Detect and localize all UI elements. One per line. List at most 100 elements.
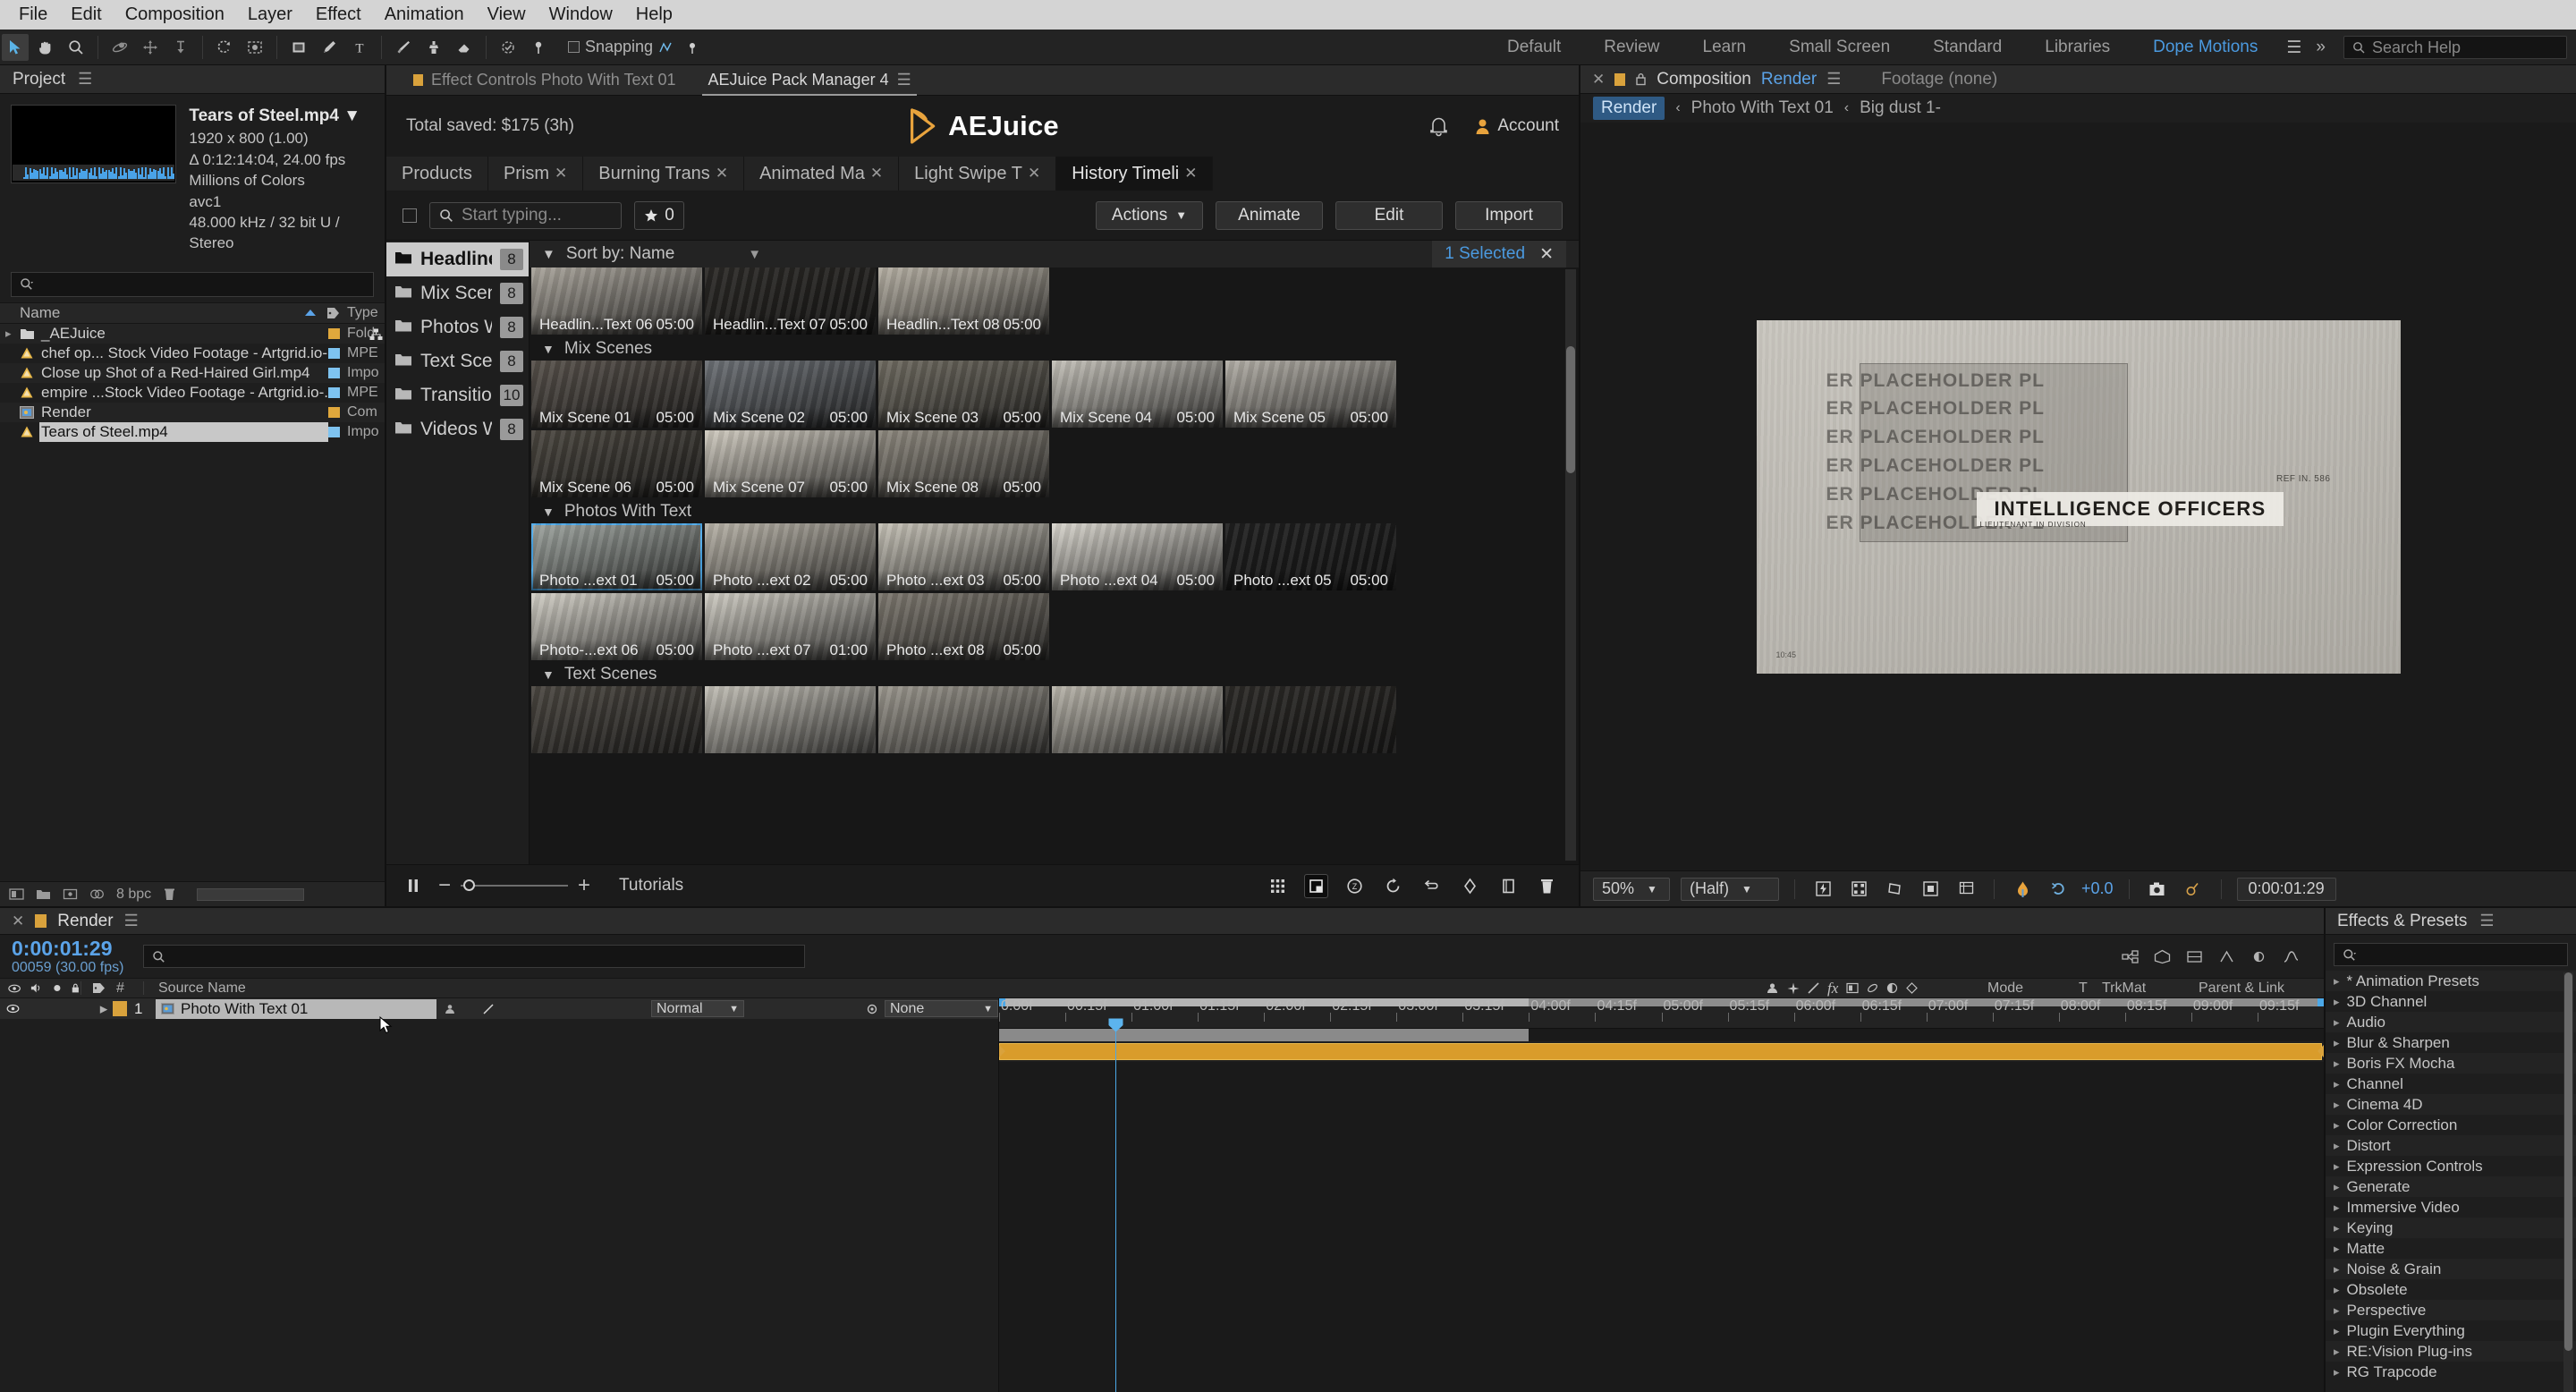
workspace-libraries[interactable]: Libraries — [2023, 38, 2131, 57]
layer-parent-select[interactable]: None ▼ — [866, 1000, 998, 1017]
asset-thumbnail-cell[interactable]: Photo ...ext 05 05:00 — [1225, 523, 1396, 590]
asset-thumbnail-cell[interactable] — [1225, 686, 1396, 753]
bit-depth-icon[interactable] — [9, 887, 24, 901]
diamond-icon[interactable] — [1458, 874, 1482, 898]
roto-tool-icon[interactable] — [495, 34, 521, 61]
align-icon[interactable] — [658, 40, 673, 55]
asset-name[interactable]: Tears of Steel.mp4 ▼ — [189, 105, 374, 128]
effect-category-row[interactable]: ▸ Cinema 4D — [2326, 1094, 2576, 1115]
column-t[interactable]: T — [2079, 980, 2102, 997]
chevron-right-icon[interactable]: ▸ — [2334, 1201, 2340, 1215]
guides-icon[interactable] — [1953, 878, 1979, 901]
panel-menu-icon[interactable]: ☰ — [78, 70, 92, 89]
zoom-slider[interactable]: − + — [438, 873, 590, 898]
delete-icon[interactable] — [163, 887, 176, 901]
category-item[interactable]: Photos With Text 8 — [386, 310, 529, 344]
timeline-ruler[interactable]: 0:00f 00:15f 01:00f 01:15f 02:00f 02:15f 03:00… — [999, 998, 2324, 1029]
refresh-icon[interactable] — [1381, 874, 1405, 898]
asset-thumbnail-cell[interactable]: Mix Scene 01 05:00 — [531, 361, 702, 428]
animate-button[interactable]: Animate — [1216, 200, 1323, 230]
project-item[interactable]: empire ...Stock Video Footage - Artgrid.… — [0, 383, 385, 403]
hand-tool-icon[interactable] — [32, 34, 59, 61]
breadcrumb-render[interactable]: Render — [1593, 97, 1665, 120]
asset-thumbnail-cell[interactable]: Mix Scene 05 05:00 — [1225, 361, 1396, 428]
shape-tool-icon[interactable] — [285, 34, 312, 61]
effect-category-row[interactable]: ▸ Obsolete — [2326, 1279, 2576, 1300]
color-depth-icon[interactable] — [89, 887, 105, 901]
menu-window[interactable]: Window — [538, 0, 624, 30]
column-mode[interactable]: Mode — [1980, 980, 2079, 997]
effect-category-row[interactable]: ▸ Channel — [2326, 1074, 2576, 1094]
effect-category-row[interactable]: ▸ Plugin Everything — [2326, 1320, 2576, 1341]
product-tab[interactable]: Products — [386, 157, 488, 191]
chevron-right-icon[interactable]: ▸ — [2334, 1180, 2340, 1194]
channel-icon[interactable] — [2010, 878, 2035, 901]
menu-effect[interactable]: Effect — [304, 0, 373, 30]
orbit-tool-icon[interactable] — [106, 34, 133, 61]
eraser-tool-icon[interactable] — [451, 34, 478, 61]
effect-category-row[interactable]: ▸ Generate — [2326, 1176, 2576, 1197]
playhead-icon[interactable] — [1108, 1018, 1123, 1032]
category-item[interactable]: Mix Scenes 8 — [386, 276, 529, 310]
draft-3d-icon[interactable] — [2154, 949, 2171, 964]
asset-thumbnail-cell[interactable]: Mix Scene 04 05:00 — [1052, 361, 1223, 428]
mask-path-icon[interactable] — [1882, 878, 1907, 901]
exposure-reset-icon[interactable] — [2046, 878, 2071, 901]
work-area-bar[interactable] — [999, 998, 2324, 1006]
tab-effect-controls[interactable]: Effect Controls Photo With Text 01 — [397, 65, 691, 96]
effect-category-row[interactable]: ▸ 3D Channel — [2326, 991, 2576, 1012]
snapping-checkbox[interactable] — [568, 41, 580, 53]
chevron-down-icon[interactable]: ▼ — [542, 247, 555, 262]
chevron-down-icon[interactable]: ▼ — [542, 342, 555, 356]
history-icon[interactable]: Z — [1343, 874, 1367, 898]
column-parent-link[interactable]: Parent & Link — [2199, 980, 2324, 997]
zoom-out-icon[interactable]: − — [438, 873, 451, 898]
layer-mode-select[interactable]: Normal ▼ — [651, 1000, 750, 1017]
chevron-right-icon[interactable]: ▸ — [2334, 1077, 2340, 1091]
timeline-layer-row[interactable]: ▸ 1 Photo With Text 01 Normal ▼ None ▼ — [0, 998, 998, 1019]
asset-thumbnail-cell[interactable]: Photo ...ext 08 05:00 — [878, 593, 1049, 660]
effect-category-row[interactable]: ▸ Keying — [2326, 1218, 2576, 1238]
timeline-search-input[interactable] — [143, 945, 806, 968]
pen-tool-icon[interactable] — [316, 34, 343, 61]
chevron-right-icon[interactable]: ▸ — [2334, 1345, 2340, 1359]
effect-category-row[interactable]: ▸ * Animation Presets — [2326, 971, 2576, 991]
rotation-tool-icon[interactable] — [211, 34, 238, 61]
menu-help[interactable]: Help — [624, 0, 684, 30]
label-swatch[interactable] — [328, 426, 340, 437]
detail-view-icon[interactable] — [1304, 873, 1328, 898]
menu-composition[interactable]: Composition — [114, 0, 236, 30]
clip-end-marker[interactable] — [2318, 1045, 2324, 1057]
pan-tool-icon[interactable] — [137, 34, 164, 61]
effect-category-row[interactable]: ▸ RE:Vision Plug-ins — [2326, 1341, 2576, 1362]
chevron-right-icon[interactable]: ▸ — [2334, 1324, 2340, 1338]
label-swatch[interactable] — [328, 347, 340, 359]
asset-thumbnail-cell[interactable]: Mix Scene 08 05:00 — [878, 430, 1049, 497]
snapshot-icon[interactable] — [2145, 878, 2170, 901]
effect-category-row[interactable]: ▸ Boris FX Mocha — [2326, 1053, 2576, 1074]
workspace-review[interactable]: Review — [1582, 38, 1681, 57]
asset-thumbnail-cell[interactable]: Photo ...ext 02 05:00 — [705, 523, 876, 590]
new-folder-icon[interactable] — [36, 887, 51, 901]
column-trkmat[interactable]: TrkMat — [2102, 980, 2199, 997]
effect-category-row[interactable]: ▸ Audio — [2326, 1012, 2576, 1032]
workspace-dope-motions[interactable]: Dope Motions — [2131, 38, 2279, 57]
aejuice-search-input[interactable]: Start typing... — [429, 201, 622, 229]
category-item[interactable]: Transitions 10 — [386, 378, 529, 412]
viewer-timecode[interactable]: 0:00:01:29 — [2236, 877, 2336, 901]
trash-icon[interactable] — [1535, 874, 1559, 898]
project-item[interactable]: Tears of Steel.mp4 Impo — [0, 421, 385, 442]
workspace-standard[interactable]: Standard — [1911, 38, 2023, 57]
zoom-in-icon[interactable]: + — [578, 873, 590, 898]
show-snapshot-icon[interactable] — [2181, 878, 2206, 901]
panel-menu-icon[interactable]: ☰ — [1826, 70, 1841, 89]
roto-brush-tool-icon[interactable] — [242, 34, 268, 61]
category-item[interactable]: Text Scenes 8 — [386, 344, 529, 378]
effect-category-row[interactable]: ▸ Blur & Sharpen — [2326, 1032, 2576, 1053]
chevron-right-icon[interactable]: ▸ — [2334, 1262, 2340, 1277]
effect-category-row[interactable]: ▸ Color Correction — [2326, 1115, 2576, 1135]
sort-dropdown-icon[interactable]: ▼ — [748, 247, 761, 262]
audio-icon[interactable] — [30, 982, 42, 994]
pause-icon[interactable] — [406, 878, 420, 894]
sort-label[interactable]: Sort by: Name — [566, 244, 674, 264]
